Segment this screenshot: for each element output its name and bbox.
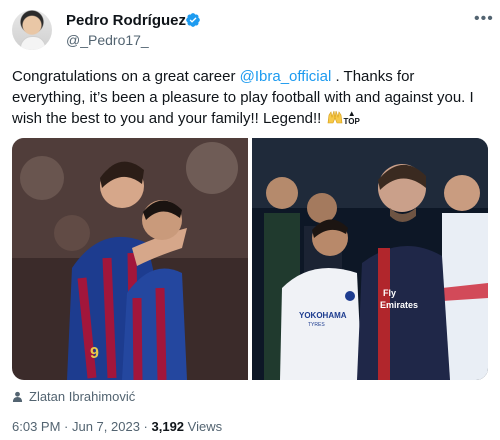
more-options-icon[interactable]: ••• <box>474 10 494 28</box>
meta-separator-2: · <box>139 419 152 434</box>
tweet-date[interactable]: Jun 7, 2023 <box>72 419 140 434</box>
photo-right[interactable]: YOKOHAMA TYRES Fly Emirates <box>252 138 488 380</box>
psg-sponsor-text-2: Emirates <box>380 300 418 310</box>
author-name[interactable]: Pedro Rodríguez <box>66 12 186 29</box>
sponsor-text: YOKOHAMA <box>299 311 347 320</box>
views-label: Views <box>187 419 223 434</box>
psg-sponsor-text-1: Fly <box>383 288 396 298</box>
raising-hands-emoji-icon <box>327 110 342 124</box>
sponsor-subtext: TYRES <box>308 322 325 328</box>
top-arrow-emoji-icon: ▲ TOP <box>343 109 360 126</box>
tweet-time[interactable]: 6:03 PM <box>12 419 60 434</box>
views-count: 3,192 <box>151 419 185 434</box>
top-emoji-label: TOP <box>343 117 360 126</box>
tweet-meta: 6:03 PM · Jun 7, 2023 · 3,192 Views <box>12 419 222 434</box>
tweet-text: Congratulations on a great career @Ibra_… <box>12 66 490 129</box>
avatar[interactable] <box>12 10 52 50</box>
author-handle[interactable]: @_Pedro17_ <box>66 32 149 48</box>
verified-badge-icon <box>186 13 200 27</box>
tagged-person-name[interactable]: Zlatan Ibrahimović <box>29 389 135 404</box>
person-icon <box>12 391 23 402</box>
jersey-number: 9 <box>90 345 99 362</box>
meta-separator: · <box>60 419 72 434</box>
mention-link[interactable]: @Ibra_official <box>240 68 332 85</box>
tagged-person-row[interactable]: Zlatan Ibrahimović <box>12 389 135 404</box>
photo-left[interactable]: 9 <box>12 138 248 380</box>
tweet-media[interactable]: 9 YOKOHAMA TYRES Fly Emirates <box>12 138 488 380</box>
tweet-text-part1: Congratulations on a great career <box>12 68 240 85</box>
